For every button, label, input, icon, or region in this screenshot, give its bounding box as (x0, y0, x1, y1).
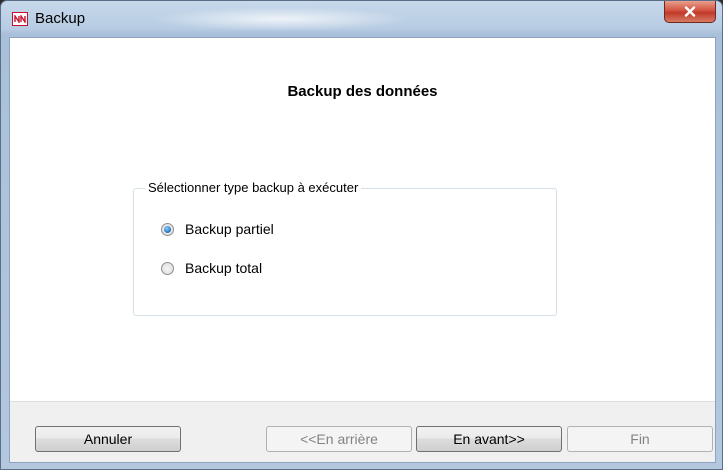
title-bar[interactable]: Backup (1, 1, 722, 37)
title-bar-glow (151, 7, 411, 31)
group-legend: Sélectionner type backup à exécuter (145, 180, 362, 195)
radio-option-backup-partiel[interactable]: Backup partiel (161, 221, 274, 237)
radio-label-total[interactable]: Backup total (185, 260, 262, 276)
backup-type-group: Sélectionner type backup à exécuter Back… (133, 180, 557, 316)
close-icon (684, 6, 696, 17)
radio-button-unselected[interactable] (161, 261, 174, 275)
radio-button-selected[interactable] (161, 222, 174, 236)
back-button[interactable]: <<En arrière (266, 426, 412, 452)
window-title: Backup (35, 10, 86, 27)
finish-button[interactable]: Fin (567, 426, 713, 452)
page-title: Backup des données (287, 83, 438, 100)
cancel-button[interactable]: Annuler (35, 426, 181, 452)
radio-option-backup-total[interactable]: Backup total (161, 260, 262, 276)
radio-label-partiel[interactable]: Backup partiel (185, 221, 274, 237)
nn-logo-icon (12, 12, 28, 26)
wizard-client-area: Backup des données Sélectionner type bac… (9, 37, 716, 463)
radio-dot (164, 225, 171, 233)
backup-window: Backup Backup des données Sélectionner t… (0, 0, 723, 470)
close-button[interactable] (664, 1, 716, 23)
button-bar: Annuler <<En arrière En avant>> Fin (10, 401, 715, 462)
next-button[interactable]: En avant>> (416, 426, 562, 452)
